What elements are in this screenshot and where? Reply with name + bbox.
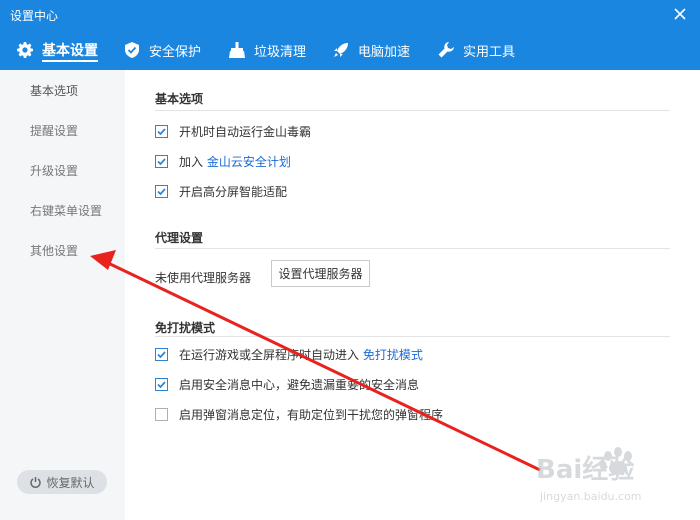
shield-icon [123, 41, 141, 59]
watermark-url: jingyan.baidu.com [539, 490, 642, 503]
auto-nodisturb-checkbox[interactable] [155, 348, 168, 361]
sidebar-item-upgrade[interactable]: 升级设置 [30, 162, 78, 179]
tab-label: 基本设置 [42, 43, 98, 59]
option-autostart: 开机时自动运行金山毒霸 [155, 123, 311, 140]
tab-junk-clean[interactable]: 垃圾清理 [228, 30, 306, 70]
tab-speedup[interactable]: 电脑加速 [332, 30, 410, 70]
tab-label: 实用工具 [463, 44, 516, 60]
broom-icon [228, 41, 246, 59]
divider [155, 336, 670, 337]
main-tabs: 基本设置 安全保护 垃圾清理 电脑加速 实用工具 [0, 30, 700, 70]
autostart-label: 开机时自动运行金山毒霸 [179, 125, 312, 139]
option-cloud-security: 加入 金山云安全计划 [155, 153, 291, 170]
popup-locate-checkbox[interactable] [155, 408, 168, 421]
popup-locate-label: 启用弹窗消息定位，有助定位到干扰您的弹窗程序 [179, 408, 444, 422]
close-icon[interactable] [670, 4, 690, 24]
section-title-nodisturb: 免打扰模式 [155, 321, 216, 335]
rocket-icon [332, 41, 350, 59]
cloud-security-link[interactable]: 金山云安全计划 [207, 153, 291, 170]
sidebar-item-other[interactable]: 其他设置 [30, 242, 78, 259]
tab-label: 垃圾清理 [254, 44, 307, 60]
section-title-proxy: 代理设置 [155, 231, 204, 245]
tab-label: 电脑加速 [358, 44, 411, 60]
gear-icon [16, 41, 34, 59]
sidebar-item-reminders[interactable]: 提醒设置 [30, 122, 78, 139]
option-message-center: 启用安全消息中心，避免遗漏重要的安全消息 [155, 376, 419, 393]
watermark-text: Bai经验 [536, 454, 634, 485]
header-bar: 设置中心 基本设置 安全保护 垃圾清理 电脑加速 实用工具 [0, 0, 700, 70]
wrench-icon [437, 41, 455, 59]
tab-basic-settings[interactable]: 基本设置 [16, 30, 98, 70]
sidebar-item-basic-options[interactable]: 基本选项 [30, 82, 78, 99]
hidpi-label: 开启高分屏智能适配 [179, 185, 288, 199]
nodisturb-link[interactable]: 免打扰模式 [363, 346, 423, 363]
tab-label: 安全保护 [149, 44, 202, 60]
cloud-security-checkbox[interactable] [155, 155, 168, 168]
hidpi-checkbox[interactable] [155, 185, 168, 198]
section-title-basic: 基本选项 [155, 92, 204, 106]
proxy-status: 未使用代理服务器 [155, 271, 252, 285]
message-center-checkbox[interactable] [155, 378, 168, 391]
window-title: 设置中心 [10, 9, 59, 23]
tab-security[interactable]: 安全保护 [123, 30, 201, 70]
sidebar-item-context-menu[interactable]: 右键菜单设置 [30, 202, 102, 219]
divider [155, 248, 670, 249]
option-popup-locate: 启用弹窗消息定位，有助定位到干扰您的弹窗程序 [155, 406, 443, 423]
power-icon [29, 476, 42, 489]
divider [155, 110, 670, 111]
option-auto-nodisturb: 在运行游戏或全屏程序时自动进入 免打扰模式 [155, 346, 423, 363]
cloud-security-label: 加入 [179, 155, 207, 169]
auto-nodisturb-label: 在运行游戏或全屏程序时自动进入 [179, 348, 363, 362]
set-proxy-button[interactable]: 设置代理服务器 [271, 260, 370, 287]
tab-tools[interactable]: 实用工具 [437, 30, 515, 70]
restore-defaults-label: 恢复默认 [46, 475, 95, 490]
option-hidpi: 开启高分屏智能适配 [155, 183, 287, 200]
autostart-checkbox[interactable] [155, 125, 168, 138]
restore-defaults-button[interactable]: 恢复默认 [17, 470, 107, 494]
message-center-label: 启用安全消息中心，避免遗漏重要的安全消息 [179, 378, 420, 392]
baidu-watermark: Bai经验 jingyan.baidu.com [536, 440, 686, 510]
